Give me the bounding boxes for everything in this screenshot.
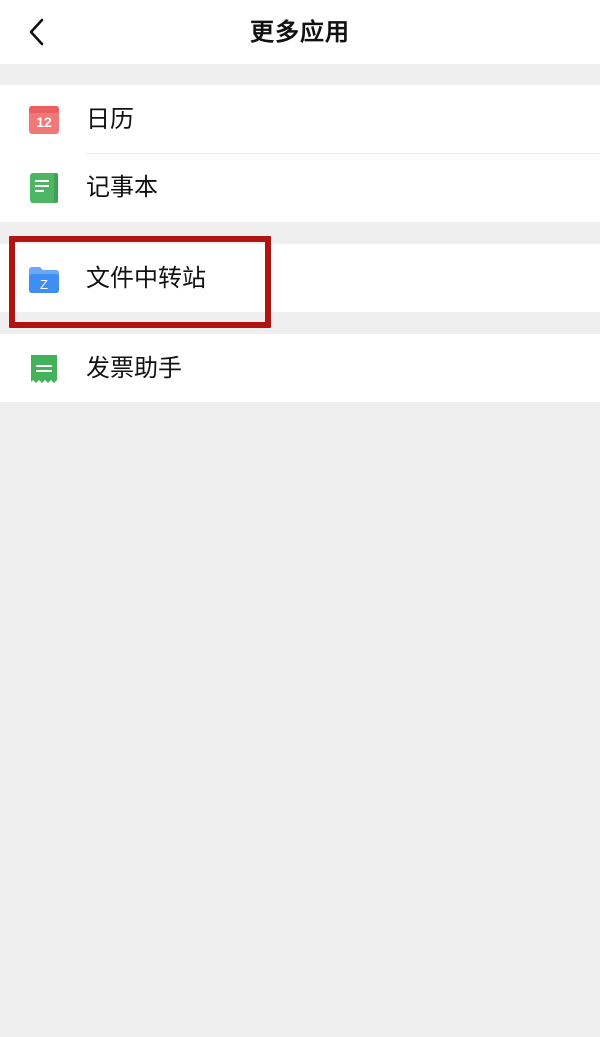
top-nav-bar: 更多应用 [0,0,600,64]
list-item-calendar[interactable]: 12 日历 [0,85,600,154]
calendar-icon: 12 [28,104,60,136]
calendar-label: 日历 [86,105,134,133]
invoice-assistant-label: 发票助手 [86,354,182,382]
app-list-group-3: 发票助手 [0,334,600,402]
notepad-label: 记事本 [86,173,158,201]
folder-icon: Z [28,263,60,295]
list-item-invoice-assistant[interactable]: 发票助手 [0,334,600,402]
list-item-notepad[interactable]: 记事本 [0,153,600,222]
calendar-icon-text: 12 [36,114,52,130]
page-title: 更多应用 [250,18,350,46]
notepad-icon [28,172,60,204]
folder-icon-text: Z [40,277,48,292]
file-transfer-label: 文件中转站 [86,264,206,292]
app-list-group-1: 12 日历 记事本 [0,85,600,222]
app-list-group-2: Z 文件中转站 [0,244,600,312]
receipt-icon [28,353,60,385]
list-item-file-transfer[interactable]: Z 文件中转站 [0,244,600,312]
